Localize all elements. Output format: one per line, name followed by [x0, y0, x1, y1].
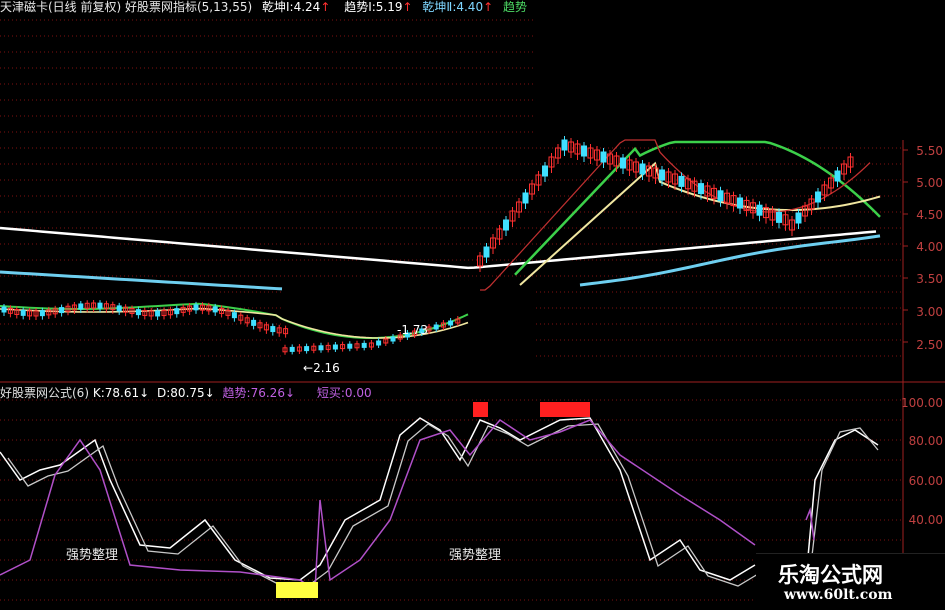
candle-body	[503, 219, 509, 231]
candle-body	[600, 151, 607, 163]
candle-body	[433, 324, 439, 330]
qiankun1-value: 4.24	[293, 0, 321, 14]
candle-body	[332, 344, 338, 350]
candle-body	[361, 342, 367, 348]
qiankun1-arrow: ↑	[320, 0, 331, 14]
low-price-value: 2.16	[313, 361, 340, 375]
candle-body	[1, 306, 7, 313]
ma-long-white	[0, 226, 877, 270]
candle-body	[561, 139, 568, 151]
candle-body	[231, 312, 237, 319]
ma-cyan-left	[0, 270, 283, 291]
indicator-tick: 40.00	[908, 513, 943, 527]
trend2-label: 趋势	[502, 0, 527, 14]
candle-body	[776, 211, 782, 223]
price-tick: 4.50	[916, 208, 943, 222]
candle-body	[212, 306, 218, 313]
candle-body	[39, 310, 45, 317]
candle-body	[620, 157, 626, 169]
candle-body	[135, 309, 141, 316]
trend1-arrow: ↑	[402, 0, 413, 14]
candle-body	[639, 163, 646, 175]
candle-body	[304, 346, 310, 352]
chart-title: 天津磁卡(日线 前复权) 好股票网指标(5,13,55)	[0, 0, 253, 14]
trend1-label: 趋势Ⅰ:	[344, 0, 376, 14]
watermark: 乐淘公式网 www.60lt.com	[756, 553, 945, 610]
candle-body	[717, 190, 724, 202]
short-buy-value: 0.00	[344, 386, 372, 400]
price-tick: 3.50	[916, 272, 943, 286]
signal-red-bar	[473, 402, 488, 417]
qiankun2-arrow: ↑	[483, 0, 494, 14]
candle-body	[390, 336, 396, 342]
candle-body	[815, 191, 821, 203]
candle-body	[116, 305, 122, 312]
k-value: 78.61	[104, 386, 140, 400]
candle-body	[59, 307, 65, 314]
candle-body	[542, 165, 548, 177]
candle-body	[20, 309, 26, 316]
qiankun1-label: 乾坤Ⅰ:	[262, 0, 294, 14]
qiankun2-label: 乾坤Ⅱ:	[422, 0, 457, 14]
candle-body	[155, 310, 161, 317]
price-tick: 5.50	[916, 144, 943, 158]
high-price-annotation: -1.73	[397, 323, 429, 337]
overlay-box	[533, 0, 945, 140]
d-value: 80.75	[170, 386, 205, 400]
consolidation-note-2: 强势整理	[449, 548, 502, 563]
high-price-value: 1.73	[401, 323, 429, 337]
candle-body	[834, 170, 841, 182]
candle-body	[659, 169, 665, 181]
short-buy-label: 短买:	[316, 386, 345, 400]
candle-body	[795, 212, 802, 224]
price-tick: 5.00	[916, 176, 943, 190]
candle-body	[756, 204, 763, 216]
indicator-tick: 100.00	[901, 396, 943, 410]
candle-body	[483, 246, 490, 258]
d-label: D:	[157, 386, 171, 400]
candle-body	[448, 320, 454, 326]
trend1-value: 5.19	[375, 0, 403, 14]
candle-body	[698, 183, 704, 195]
price-tick: 3.00	[916, 305, 943, 319]
candle-body	[737, 197, 743, 209]
indicator-tick: 80.00	[908, 434, 943, 448]
candle-body	[174, 308, 180, 315]
stock-chart-canvas[interactable]	[0, 0, 945, 609]
candle-body	[522, 192, 529, 204]
signal-yellow-bar	[276, 582, 318, 598]
chart-title-bar: 天津磁卡(日线 前复权) 好股票网指标(5,13,55) 乾坤Ⅰ:4.24↑ 趋…	[0, 0, 527, 14]
candle-body	[581, 145, 587, 157]
d-arrow: ↓	[204, 386, 215, 400]
low-price-annotation: ←2.16	[303, 361, 340, 375]
candle-body	[289, 346, 295, 352]
candle-body	[318, 345, 324, 351]
candle-body	[347, 343, 353, 349]
candle-body	[376, 340, 382, 346]
indicator-name: 好股票网公式(6)	[0, 386, 89, 400]
k-label: K:	[92, 386, 105, 400]
consolidation-note-1: 强势整理	[66, 548, 119, 563]
indicator-tick: 60.00	[908, 474, 943, 488]
candle-body	[193, 304, 199, 311]
candle-body	[78, 303, 84, 310]
watermark-url: www.60lt.com	[784, 587, 893, 603]
trend-value: 76.26	[250, 386, 285, 400]
candle-body	[97, 302, 103, 309]
price-tick: 2.50	[916, 338, 943, 352]
indicator-header: 好股票网公式(6) K:78.61↓ D:80.75↓ 趋势:76.26↓ 短买…	[0, 386, 372, 400]
signal-red-bar	[540, 402, 590, 417]
watermark-name: 乐淘公式网	[778, 562, 883, 587]
trend-label: 趋势:	[222, 386, 251, 400]
trend-arrow: ↓	[284, 386, 296, 400]
k-arrow: ↓	[139, 386, 150, 400]
price-tick: 4.00	[916, 240, 943, 254]
candle-body	[270, 326, 276, 333]
trend-line	[0, 419, 756, 592]
candle-body	[678, 175, 685, 187]
candle-body	[251, 319, 257, 326]
qiankun2-value: 4.40	[456, 0, 484, 14]
ma-yellow-right	[519, 161, 881, 286]
